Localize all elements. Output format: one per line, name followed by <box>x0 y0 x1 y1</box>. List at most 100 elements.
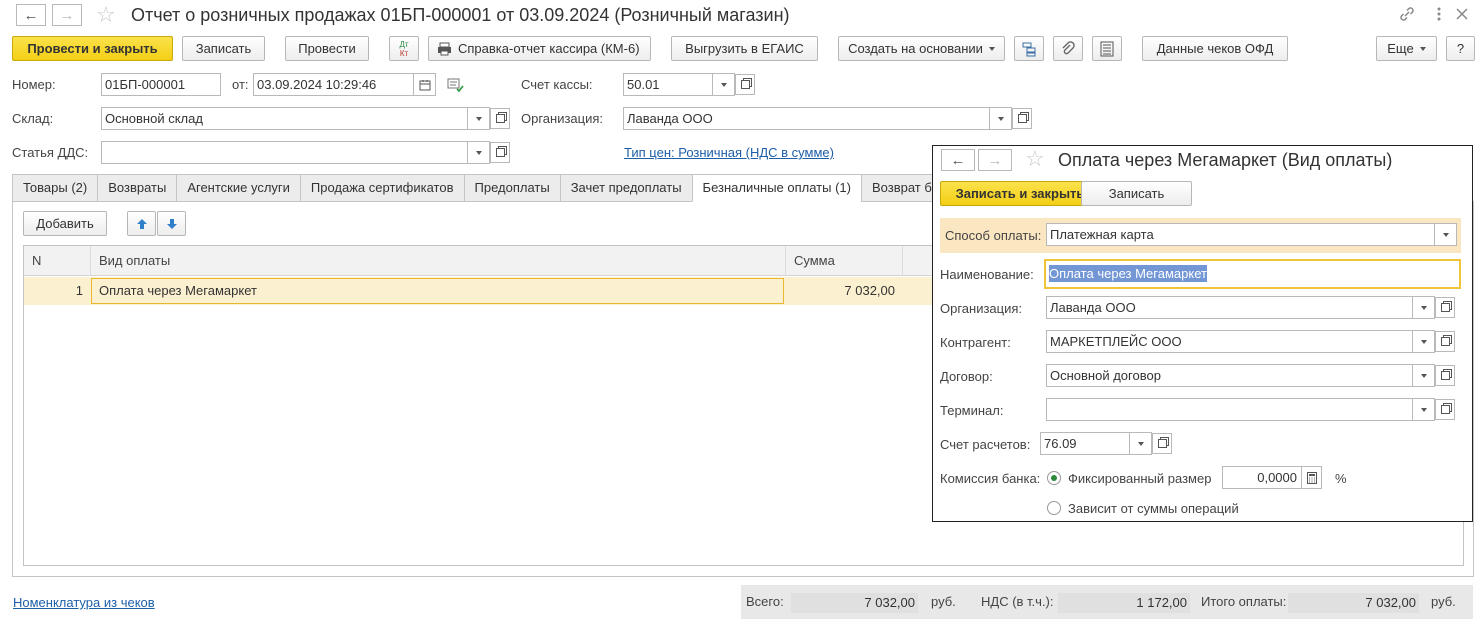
counterparty-field[interactable]: МАРКЕТПЛЕЙС ООО <box>1046 330 1413 353</box>
payment-method-field[interactable]: Платежная карта <box>1046 223 1435 246</box>
totals-bar: Всего: 7 032,00 руб. НДС (в т.ч.): 1 172… <box>741 585 1473 619</box>
vat-label: НДС (в т.ч.): <box>981 594 1054 609</box>
counterparty-open-button[interactable] <box>1435 331 1455 352</box>
create-based-button[interactable]: Создать на основании <box>838 36 1005 61</box>
dds-label: Статья ДДС: <box>12 145 89 160</box>
date-field[interactable]: 03.09.2024 10:29:46 <box>253 73 414 96</box>
report-list-button[interactable] <box>1092 36 1122 61</box>
settlement-account-open-button[interactable] <box>1152 433 1172 454</box>
date-from-label: от: <box>232 77 249 92</box>
settlement-account-field[interactable]: 76.09 <box>1040 432 1130 455</box>
counterparty-dropdown[interactable] <box>1413 330 1435 353</box>
more-vertical-icon[interactable] <box>1430 5 1448 23</box>
dt-kt-button[interactable]: Дт Кт <box>389 36 419 61</box>
name-field[interactable]: Оплата через Мегамаркет <box>1044 259 1461 289</box>
arrow-up-icon <box>136 218 148 230</box>
tab-goods[interactable]: Товары (2) <box>12 174 98 202</box>
column-header-payment-type[interactable]: Вид оплаты <box>91 246 786 276</box>
organization-open-button[interactable] <box>1012 108 1032 129</box>
terminal-open-button[interactable] <box>1435 399 1455 420</box>
dds-field[interactable] <box>101 141 468 164</box>
total-value: 7 032,00 <box>791 593 918 613</box>
tab-cashless-payments[interactable]: Безналичные оплаты (1) <box>691 174 861 202</box>
column-header-amount[interactable]: Сумма <box>786 246 903 276</box>
price-type-link[interactable]: Тип цен: Розничная (НДС в сумме) <box>624 145 834 160</box>
cash-account-label: Счет кассы: <box>521 77 593 92</box>
nomenclature-link[interactable]: Номенклатура из чеков <box>13 595 155 610</box>
dialog-organization-dropdown[interactable] <box>1413 296 1435 319</box>
cash-account-field[interactable]: 50.01 <box>623 73 713 96</box>
dds-dropdown[interactable] <box>468 141 490 164</box>
terminal-dropdown[interactable] <box>1413 398 1435 421</box>
dropdown-arrow-icon <box>988 46 995 51</box>
settlement-account-label: Счет расчетов: <box>940 437 1031 452</box>
move-up-button[interactable] <box>127 211 156 236</box>
arrow-left-icon: ← <box>950 151 966 169</box>
contract-label: Договор: <box>940 369 993 384</box>
structure-button[interactable] <box>1014 36 1044 61</box>
terminal-field[interactable] <box>1046 398 1413 421</box>
calculator-icon <box>1306 471 1317 484</box>
favorite-star-icon[interactable]: ☆ <box>96 4 116 26</box>
warehouse-field[interactable]: Основной склад <box>101 107 468 130</box>
attach-button[interactable] <box>1053 36 1083 61</box>
tab-certificates[interactable]: Продажа сертификатов <box>299 174 464 202</box>
cash-account-open-button[interactable] <box>735 74 755 95</box>
arrow-right-icon: → <box>987 151 1003 169</box>
link-icon[interactable] <box>1398 5 1418 23</box>
settlement-account-dropdown[interactable] <box>1130 432 1152 455</box>
amount-cell[interactable]: 7 032,00 <box>786 277 895 305</box>
post-button[interactable]: Провести <box>285 36 369 61</box>
percent-sign: % <box>1335 471 1347 486</box>
payment-method-dropdown[interactable] <box>1435 223 1457 246</box>
contract-dropdown[interactable] <box>1413 364 1435 387</box>
column-header-n[interactable]: N <box>24 246 91 276</box>
depends-on-amount-radio[interactable] <box>1047 501 1061 515</box>
dt-kt-icon: Дт Кт <box>399 39 409 58</box>
dialog-back-button[interactable]: ← <box>941 149 975 171</box>
dds-open-button[interactable] <box>490 142 510 163</box>
payment-type-dialog: ← → ☆ Оплата через Мегамаркет (Вид оплат… <box>932 145 1473 522</box>
bank-commission-label: Комиссия банка: <box>940 471 1041 486</box>
ofd-button[interactable]: Данные чеков ОФД <box>1142 36 1288 61</box>
dialog-save-and-close-button[interactable]: Записать и закрыть <box>940 181 1100 206</box>
cashier-report-button[interactable]: Справка-отчет кассира (КМ-6) <box>428 36 651 61</box>
document-status-icon[interactable] <box>447 77 465 93</box>
dialog-favorite-star-icon[interactable]: ☆ <box>1025 148 1045 170</box>
dialog-organization-open-button[interactable] <box>1435 297 1455 318</box>
tab-prepayments[interactable]: Предоплаты <box>463 174 560 202</box>
counterparty-label: Контрагент: <box>940 335 1011 350</box>
cash-account-dropdown[interactable] <box>713 73 735 96</box>
number-field[interactable]: 01БП-000001 <box>101 73 221 96</box>
dialog-organization-field[interactable]: Лаванда ООО <box>1046 296 1413 319</box>
warehouse-dropdown[interactable] <box>468 107 490 130</box>
dialog-save-button[interactable]: Записать <box>1081 181 1192 206</box>
help-button[interactable]: ? <box>1446 36 1475 61</box>
more-button[interactable]: Еще <box>1376 36 1437 61</box>
list-icon <box>1100 41 1114 57</box>
dialog-forward-button[interactable]: → <box>978 149 1012 171</box>
close-icon[interactable] <box>1453 5 1471 23</box>
vat-value: 1 172,00 <box>1058 593 1190 613</box>
egais-button[interactable]: Выгрузить в ЕГАИС <box>671 36 818 61</box>
calendar-button[interactable] <box>414 73 436 96</box>
calculator-button[interactable] <box>1302 466 1322 489</box>
organization-field[interactable]: Лаванда ООО <box>623 107 990 130</box>
move-down-button[interactable] <box>157 211 186 236</box>
payment-type-cell[interactable]: Оплата через Мегамаркет <box>91 278 784 304</box>
tab-agent-services[interactable]: Агентские услуги <box>176 174 300 202</box>
organization-dropdown[interactable] <box>990 107 1012 130</box>
tab-prepayment-offset[interactable]: Зачет предоплаты <box>559 174 692 202</box>
back-button[interactable]: ← <box>16 4 46 26</box>
post-and-close-button[interactable]: Провести и закрыть <box>12 36 173 61</box>
warehouse-open-button[interactable] <box>490 108 510 129</box>
fixed-size-radio[interactable] <box>1047 471 1061 485</box>
contract-field[interactable]: Основной договор <box>1046 364 1413 387</box>
name-label: Наименование: <box>940 267 1034 282</box>
save-button[interactable]: Записать <box>182 36 265 61</box>
contract-open-button[interactable] <box>1435 365 1455 386</box>
forward-button[interactable]: → <box>52 4 82 26</box>
commission-value-field[interactable]: 0,0000 <box>1222 466 1302 489</box>
add-row-button[interactable]: Добавить <box>23 211 107 236</box>
tab-returns[interactable]: Возвраты <box>97 174 177 202</box>
